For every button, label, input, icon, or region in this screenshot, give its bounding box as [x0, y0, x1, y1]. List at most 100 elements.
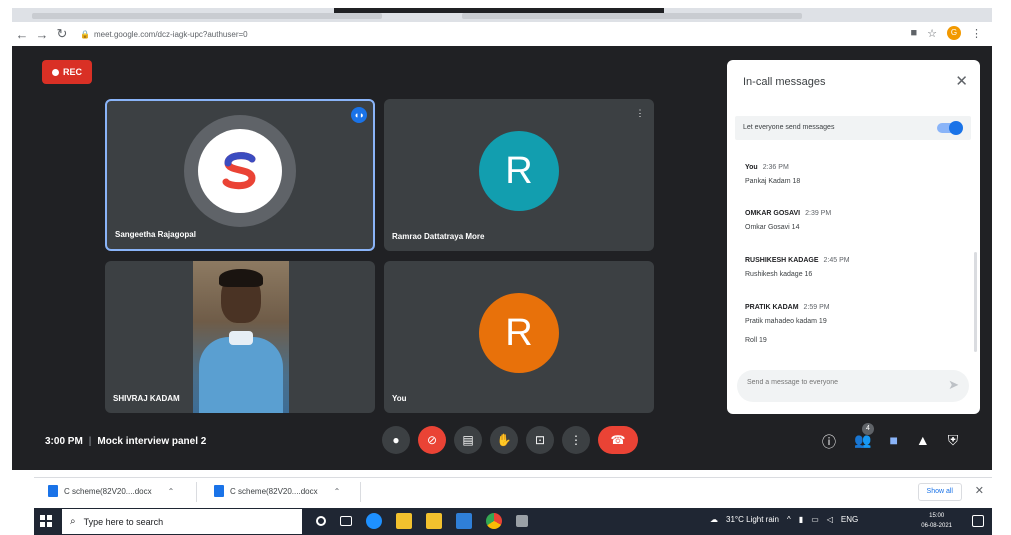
network-icon[interactable]: ▭ — [811, 515, 819, 524]
participant-tile[interactable]: R You — [384, 261, 654, 413]
chevron-up-icon[interactable]: ⌃ — [168, 487, 175, 496]
chat-message: You 2:36 PM Pankaj Kadam 18 — [745, 156, 800, 185]
chevron-up-icon[interactable]: ^ — [787, 515, 791, 524]
weather-text[interactable]: 31°C Light rain — [726, 515, 779, 524]
message-time: 2:45 PM — [823, 257, 850, 264]
downloads-bar: C scheme(82V20....docx ⌃ C scheme(82V20.… — [34, 477, 992, 505]
more-icon: ⋮ — [570, 433, 582, 447]
reload-icon[interactable]: ↻ — [52, 26, 72, 42]
host-controls-icon[interactable]: ⛨ — [948, 432, 959, 452]
download-item[interactable]: C scheme(82V20....docx ⌃ — [214, 485, 340, 497]
participant-name: Ramrao Dattatraya More — [392, 232, 485, 241]
message-sender: You — [745, 164, 758, 171]
lock-icon: 🔒 — [80, 29, 90, 39]
chat-scrollbar[interactable] — [974, 252, 977, 352]
close-icon[interactable]: ✕ — [975, 484, 984, 497]
meeting-info: 3:00 PM | Mock interview panel 2 — [45, 436, 206, 447]
taskbar-search[interactable]: ⌕ Type here to search — [62, 509, 302, 534]
back-icon[interactable]: ← — [12, 27, 32, 42]
people-count-badge: 4 — [862, 423, 874, 435]
people-icon[interactable]: 👥 4 — [854, 423, 874, 452]
windows-start-icon[interactable] — [40, 515, 52, 527]
language-indicator[interactable]: ENG — [841, 515, 858, 524]
taskbar-clock[interactable]: 15:00 06-08-2021 — [921, 511, 952, 531]
chrome-icon[interactable] — [486, 513, 502, 529]
captions-button[interactable]: ▤ — [454, 426, 482, 454]
meeting-time: 3:00 PM — [45, 436, 83, 447]
profile-avatar[interactable]: G — [947, 26, 961, 40]
participant-tile[interactable]: SHIVRAJ KADAM — [105, 261, 375, 413]
download-filename: C scheme(82V20....docx — [230, 486, 318, 496]
word-doc-icon — [48, 485, 58, 497]
chat-input[interactable] — [747, 379, 927, 386]
end-call-button[interactable]: ☎ — [598, 426, 638, 454]
message-time: 2:36 PM — [762, 164, 789, 171]
word-doc-icon — [214, 485, 224, 497]
message-text: Roll 19 — [745, 337, 767, 344]
send-icon[interactable]: ➤ — [948, 377, 959, 393]
task-view-icon[interactable] — [340, 516, 352, 526]
avatar: R — [479, 293, 559, 373]
s-logo-icon — [222, 152, 256, 190]
download-item[interactable]: C scheme(82V20....docx ⌃ — [48, 485, 174, 497]
message-text: Rushikesh kadage 16 — [745, 271, 813, 278]
forward-icon[interactable]: → — [32, 27, 52, 42]
more-options-button[interactable]: ⋮ — [562, 426, 590, 454]
participant-tile[interactable]: R ⋮ Ramrao Dattatraya More — [384, 99, 654, 251]
browser-tab[interactable] — [32, 13, 382, 19]
phone-hangup-icon: ☎ — [610, 433, 626, 447]
meeting-name: Mock interview panel 2 — [97, 436, 207, 447]
volume-icon[interactable]: ◁ — [827, 515, 833, 524]
participant-name: You — [392, 394, 407, 403]
show-all-button[interactable]: Show all — [917, 483, 962, 501]
present-button[interactable]: ⊡ — [526, 426, 554, 454]
meet-area: REC ◖◗ Sangeetha Rajagopal R ⋮ Ramrao Da… — [12, 46, 992, 470]
more-icon[interactable]: ⋮ — [632, 105, 648, 121]
raise-hand-button[interactable]: ✋ — [490, 426, 518, 454]
screen: ← → ↻ 🔒 meet.google.com/dcz-iagk-upc?aut… — [0, 0, 1011, 535]
participant-name: SHIVRAJ KADAM — [113, 394, 180, 403]
chat-icon[interactable]: ■ — [889, 432, 897, 452]
chat-permission-label: Let everyone send messages — [743, 124, 835, 131]
mic-button[interactable]: ● — [382, 426, 410, 454]
chevron-up-icon[interactable]: ⌃ — [334, 487, 341, 496]
address-bar[interactable]: 🔒 meet.google.com/dcz-iagk-upc?authuser=… — [80, 30, 248, 39]
participant-video — [193, 261, 289, 413]
edge-icon[interactable] — [366, 513, 382, 529]
video-hair — [219, 269, 263, 287]
system-tray: ☁ 31°C Light rain ^ ▮ ▭ ◁ ENG — [710, 515, 858, 524]
message-time: 2:59 PM — [803, 304, 830, 311]
browser-tab[interactable] — [462, 13, 802, 19]
store-icon[interactable] — [426, 513, 442, 529]
speaking-icon: ◖◗ — [351, 107, 367, 123]
weather-icon[interactable]: ☁ — [710, 515, 718, 524]
message-sender: RUSHIKESH KADAGE — [745, 257, 819, 264]
clock-time: 15:00 — [929, 513, 945, 519]
message-sender: PRATIK KADAM — [745, 304, 799, 311]
close-icon[interactable]: ✕ — [955, 72, 968, 90]
star-icon[interactable]: ☆ — [927, 27, 937, 40]
chat-permission-toggle[interactable] — [937, 121, 963, 135]
info-icon[interactable]: ⓘ — [822, 432, 836, 452]
message-text: Pankaj Kadam 18 — [745, 178, 801, 185]
camera-button[interactable]: ⊘ — [418, 426, 446, 454]
chat-permission-row: Let everyone send messages — [735, 116, 971, 140]
participant-tile[interactable]: ◖◗ Sangeetha Rajagopal — [105, 99, 375, 251]
recording-badge: REC — [42, 60, 92, 84]
app-icon[interactable] — [516, 515, 528, 527]
camera-icon[interactable]: ■ — [910, 27, 917, 39]
url-text: meet.google.com/dcz-iagk-upc?authuser=0 — [93, 29, 248, 39]
mail-icon[interactable] — [456, 513, 472, 529]
cortana-icon[interactable] — [316, 516, 326, 526]
avatar — [198, 129, 282, 213]
search-placeholder: Type here to search — [83, 516, 164, 527]
notification-icon[interactable] — [972, 515, 984, 527]
activities-icon[interactable]: ▲ — [916, 432, 930, 452]
menu-icon[interactable]: ⋮ — [971, 27, 982, 40]
file-explorer-icon[interactable] — [396, 513, 412, 529]
battery-icon[interactable]: ▮ — [799, 515, 803, 524]
chat-message: OMKAR GOSAVI 2:39 PM Omkar Gosavi 14 — [745, 202, 831, 231]
taskbar-apps — [316, 513, 528, 529]
message-text: Pratik mahadeo kadam 19 — [745, 318, 827, 325]
divider — [196, 482, 197, 502]
